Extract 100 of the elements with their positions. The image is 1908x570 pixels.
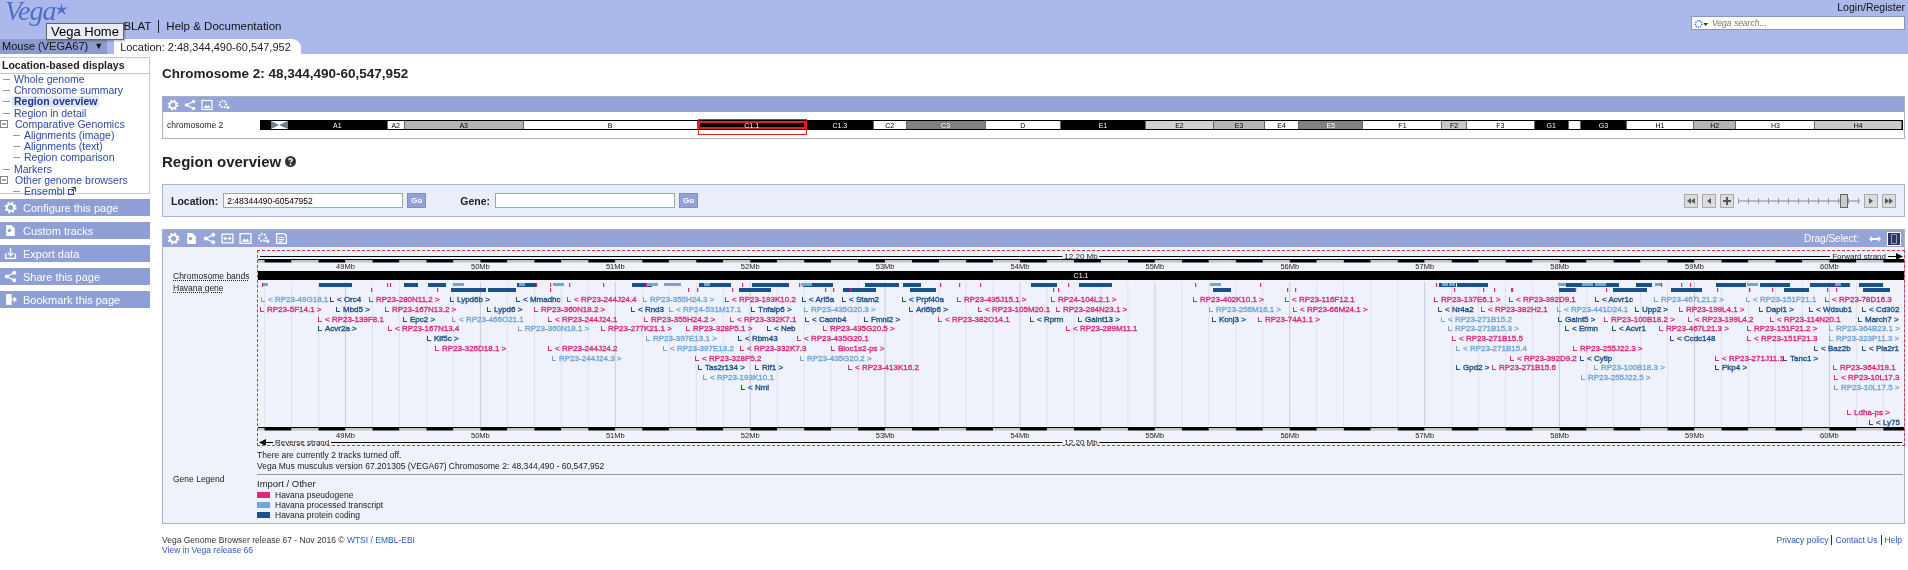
image-icon[interactable]: [239, 232, 252, 245]
gene-label[interactable]: < Cacnb4: [805, 315, 847, 324]
gene-label[interactable]: < RP23-244J24.1: [548, 315, 618, 324]
gene-label[interactable]: RP23-271B15.3 >: [1448, 324, 1519, 333]
sidebar-link[interactable]: Ensembl: [22, 185, 67, 197]
gene-label[interactable]: Fmnl2 >: [864, 315, 901, 324]
gene-label[interactable]: < RP23-271B15.5: [1452, 334, 1523, 343]
gene-label[interactable]: < Mmadhc: [516, 295, 561, 304]
gene-label[interactable]: RP23-284N23.1 >: [1056, 305, 1128, 314]
sidebar-link[interactable]: Region comparison: [22, 152, 117, 164]
gene-label[interactable]: < Cytip: [1580, 354, 1613, 363]
gene-label[interactable]: Ldha-ps >: [1847, 408, 1890, 417]
gene-label[interactable]: RP23-167N13.2 >: [385, 305, 457, 314]
gene-label[interactable]: RP23-277K21.1 >: [601, 324, 672, 333]
gene-label[interactable]: < RP23-105M20.1: [978, 305, 1051, 314]
export-icon[interactable]: [275, 232, 288, 245]
gene-label[interactable]: RP23-255J22.3 >: [1573, 344, 1643, 353]
gene-label[interactable]: RP23-435J15.1 >: [957, 295, 1027, 304]
location-field[interactable]: 2:48344490-60547952: [223, 193, 404, 208]
gene-label[interactable]: RP23-355H24.2 >: [644, 315, 716, 324]
gene-label[interactable]: RP23-271B15.6: [1492, 363, 1556, 372]
gene-label[interactable]: RP23-402K10.1 >: [1193, 295, 1264, 304]
help-icon[interactable]: [285, 155, 297, 167]
collapse-icon[interactable]: [0, 120, 8, 129]
gene-label[interactable]: < RP23-271J11.1: [1715, 354, 1784, 363]
gene-label[interactable]: RP23-328P5.1 >: [686, 324, 753, 333]
gene-label[interactable]: Tnfaip6 >: [751, 305, 792, 314]
gene-label[interactable]: RP23-467L21.3 >: [1659, 324, 1729, 333]
gene-label[interactable]: < Stam2: [842, 295, 879, 304]
gene-label[interactable]: < RP23-466O21.1: [452, 315, 524, 324]
gene-label[interactable]: < RP23-392D9.2: [1510, 354, 1577, 363]
document-icon[interactable]: [185, 232, 198, 245]
gene-label[interactable]: < Baz2b: [1814, 344, 1851, 353]
sidebar-link[interactable]: Whole genome: [12, 74, 87, 86]
gene-label[interactable]: Upp2 >: [1635, 305, 1669, 314]
sidebar-link[interactable]: Markers: [12, 163, 54, 175]
gene-label[interactable]: Rif1 >: [755, 363, 784, 372]
gene-label[interactable]: < RP23-49G18.1: [261, 295, 329, 304]
gene-label[interactable]: < RP23-114N20.1: [1770, 315, 1841, 324]
gene-label[interactable]: < RP23-78D16.3: [1825, 295, 1892, 304]
gene-label[interactable]: < RP23-193K10.1: [703, 373, 774, 382]
gene-label[interactable]: < Rprm: [1030, 315, 1064, 324]
gene-label[interactable]: Tas2r134 >: [698, 363, 745, 372]
gene-label[interactable]: Galnt5 >: [1558, 315, 1596, 324]
share-icon[interactable]: [203, 232, 216, 245]
sidebar-link[interactable]: Region in detail: [12, 107, 89, 119]
gene-label[interactable]: Gpd2 >: [1456, 363, 1490, 372]
gene-label[interactable]: < Prpf40a: [902, 295, 944, 304]
gene-label[interactable]: RP24-104L2.1 >: [1051, 295, 1117, 304]
gene-label[interactable]: < RP23-413K16.2: [848, 363, 919, 372]
gene-label[interactable]: < Arl5a: [802, 295, 835, 304]
gene-label[interactable]: < RP23-289M11.1: [1066, 324, 1138, 333]
gene-label[interactable]: < RP23-397E13.2: [663, 344, 734, 353]
fast-forward-button[interactable]: [1882, 193, 1896, 208]
gene-label[interactable]: RP23-280N11.2 >: [369, 295, 440, 304]
gene-label[interactable]: < RP23-441D24.1: [1557, 305, 1629, 314]
forward-button[interactable]: [1864, 193, 1878, 208]
select-mode-button[interactable]: [1887, 231, 1901, 246]
gene-label[interactable]: Tanc1 >: [1783, 354, 1819, 363]
login-link[interactable]: Login/Register: [1837, 1, 1905, 13]
sidebar-link[interactable]: Other genome browsers: [13, 174, 130, 186]
gene-label[interactable]: RP23-100B18.3 >: [1594, 363, 1665, 372]
gene-label[interactable]: < RP23-328P5.2: [695, 354, 762, 363]
gene-label[interactable]: < RP23-271B15.4: [1456, 344, 1527, 353]
gene-label[interactable]: RP23-323P11.3 >: [1829, 334, 1900, 343]
gene-label[interactable]: < RP23-244J24.2: [548, 344, 618, 353]
gene-label[interactable]: RP23-355H24.3 >: [643, 295, 715, 304]
sidebar-link[interactable]: Region overview: [12, 96, 100, 108]
gene-label[interactable]: Bloc1s2-ps >: [831, 344, 885, 353]
gene-label[interactable]: Epc2 >: [403, 315, 436, 324]
gene-label[interactable]: RP23-360N18.2 >: [534, 305, 606, 314]
sidebar-link[interactable]: Comparative Genomics: [13, 118, 127, 130]
sidebar-link[interactable]: Alignments (text): [22, 141, 105, 153]
gene-label[interactable]: RP23-100B18.2 >: [1604, 315, 1675, 324]
footer-link[interactable]: Privacy policy: [1773, 535, 1832, 545]
footer-link[interactable]: /: [370, 535, 373, 545]
gene-label[interactable]: RP23-137E6.1 >: [1434, 295, 1501, 304]
gene-label[interactable]: < RP23-193K10.2: [725, 295, 796, 304]
gene-label[interactable]: < RP23-199L4.2: [1688, 315, 1754, 324]
gene-label[interactable]: < RP23-167N13.4: [388, 324, 460, 333]
share-icon[interactable]: [184, 98, 196, 111]
species-selector[interactable]: Mouse (VEGA67) ▼: [0, 39, 108, 54]
export-settings-icon[interactable]: [218, 98, 230, 111]
gene-label[interactable]: < Rbm43: [738, 334, 778, 343]
gene-label[interactable]: < Neb: [767, 324, 796, 333]
gene-label[interactable]: < RP24-531M17.1: [669, 305, 742, 314]
gene-label[interactable]: RP23-364J19.1: [1833, 363, 1896, 372]
gene-label[interactable]: < Orc4: [330, 295, 362, 304]
gene-label[interactable]: Mbd5 >: [336, 305, 370, 314]
gene-label[interactable]: RP23-151F21.2 >: [1747, 324, 1818, 333]
gene-label[interactable]: < RP23-10L17.3: [1834, 373, 1900, 382]
gene-label[interactable]: RP23-5F14.1 >: [260, 305, 322, 314]
gene-label[interactable]: < RP23-271B15.2: [1441, 315, 1512, 324]
gene-label[interactable]: RP23-74A1.1 >: [1258, 315, 1320, 324]
zoom-slider[interactable]: [1738, 193, 1860, 208]
gene-label[interactable]: Lypd6b >: [450, 295, 490, 304]
gene-label[interactable]: RP23-199L4.1 >: [1679, 305, 1745, 314]
gene-label[interactable]: < Wdsub1: [1809, 305, 1853, 314]
sidebar-link[interactable]: Alignments (image): [22, 130, 117, 142]
gene-label[interactable]: Kif5c >: [427, 334, 459, 343]
